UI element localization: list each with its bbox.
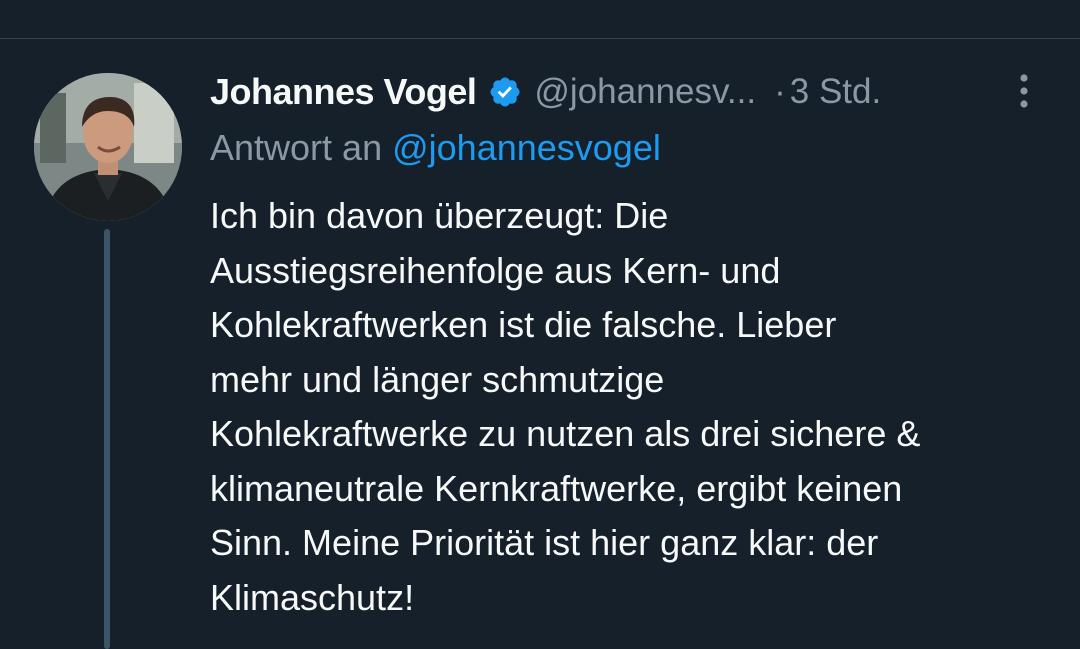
tweet-header: Johannes Vogel @johannesv... · 3 Std. bbox=[210, 69, 881, 115]
reply-context: Antwort an @johannesvogel bbox=[210, 127, 661, 169]
author-handle[interactable]: @johannesv... bbox=[534, 72, 756, 112]
tweet-text-line: Sinn. Meine Priorität ist hier ganz klar… bbox=[210, 522, 879, 563]
tweet[interactable]: Johannes Vogel @johannesv... · 3 Std. An… bbox=[0, 39, 1080, 649]
tweet-text-line: Ausstiegsreihenfolge aus Kern- und bbox=[210, 249, 781, 291]
tweet-text-line: Kohlekraftwerke zu nutzen als drei siche… bbox=[210, 413, 921, 454]
avatar-image bbox=[34, 73, 182, 221]
separator-dot: · bbox=[774, 72, 786, 111]
tweet-text-line: Klimaschutz! bbox=[210, 576, 415, 618]
reply-mention-link[interactable]: @johannesvogel bbox=[392, 127, 661, 168]
author-name[interactable]: Johannes Vogel bbox=[210, 71, 477, 113]
tweet-text-line: Kohlekraftwerken ist die falsche. Lieber bbox=[210, 304, 837, 345]
avatar[interactable] bbox=[34, 73, 182, 221]
tweet-text-line: mehr und länger schmutzige bbox=[210, 358, 665, 400]
tweet-text-line: Ich bin davon überzeugt: Die bbox=[210, 195, 669, 236]
thread-line bbox=[104, 229, 110, 649]
tweet-text-line: klimaneutrale Kernkraftwerke, ergibt kei… bbox=[210, 467, 903, 509]
more-vertical-icon[interactable] bbox=[1012, 71, 1036, 111]
reply-prefix: Antwort an bbox=[210, 127, 383, 168]
timestamp[interactable]: 3 Std. bbox=[790, 72, 881, 112]
verified-badge-icon bbox=[488, 75, 522, 109]
tweet-text: Ich bin davon überzeugt: Die Ausstiegsre… bbox=[210, 189, 1060, 625]
